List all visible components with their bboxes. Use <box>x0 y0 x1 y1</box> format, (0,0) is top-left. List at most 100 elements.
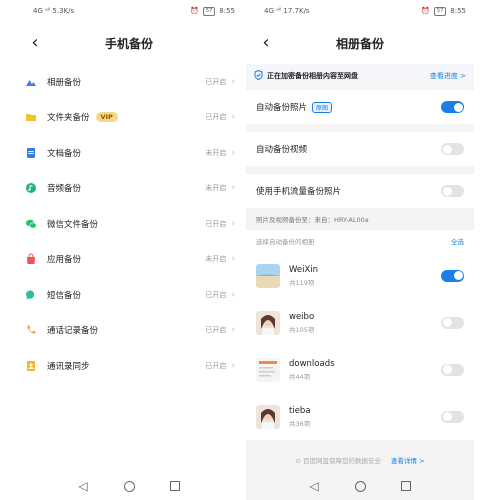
network-status: 4G ᵃˡˡ 17.7K/s <box>264 7 310 15</box>
auto-backup-video-toggle[interactable] <box>441 143 464 155</box>
chevron-right-icon: › <box>231 147 235 158</box>
album-name: WeiXin <box>289 264 319 275</box>
shield-check-icon <box>254 69 263 82</box>
chevron-right-icon: › <box>231 325 235 336</box>
auto-backup-photos-label: 自动备份照片 <box>256 103 308 113</box>
backup-option-label: 文件夹备份 <box>47 113 90 124</box>
wechat-icon <box>25 218 37 230</box>
backup-option-label: 短信备份 <box>47 290 82 301</box>
auto-backup-photos-row: 自动备份照片 原图 <box>246 90 474 124</box>
backup-option-label: 应用备份 <box>47 255 82 266</box>
backup-options-list: 相册备份 已开启 › 文件夹备份 VIP 已开启 › 文档备份 未开启 › 音频备… <box>15 64 243 384</box>
albums-header-label: 选择自动备份的相册 <box>256 238 315 246</box>
album-row: WeiXin 共119项 <box>246 252 474 299</box>
vip-badge: VIP <box>95 112 118 123</box>
backup-option-row[interactable]: 音频备份 未开启 › <box>15 171 243 207</box>
chevron-right-icon: › <box>231 183 235 194</box>
system-nav-bar: ◁ <box>15 472 243 500</box>
backup-option-label: 通讯录同步 <box>47 361 90 372</box>
backup-progress-banner: 正在加密备份相册内容至网盘 查看进度 > <box>246 64 474 88</box>
backup-status: 已开启 <box>205 113 227 122</box>
system-nav-bar: ◁ <box>246 472 474 500</box>
chevron-right-icon: › <box>231 76 235 87</box>
backup-option-row[interactable]: 通话记录备份 已开启 › <box>15 313 243 349</box>
album-backup-toggle[interactable] <box>441 363 464 376</box>
backup-status: 已开启 <box>205 326 227 335</box>
nav-back-icon[interactable]: ◁ <box>307 479 321 493</box>
album-backup-toggle[interactable] <box>441 410 464 423</box>
select-all-button[interactable]: 全选 <box>451 236 464 246</box>
footer-text: ⊙ 百度网盘保障您的数据安全 <box>295 457 381 465</box>
nav-recent-icon[interactable] <box>399 479 413 493</box>
backup-option-row[interactable]: 相册备份 已开启 › <box>15 64 243 100</box>
album-row: downloads 共44项 <box>246 346 474 393</box>
auto-backup-video-row: 自动备份视频 <box>246 132 474 166</box>
chevron-left-icon[interactable]: ‹ <box>25 32 45 54</box>
album-backup-toggle[interactable] <box>441 269 464 282</box>
chevron-right-icon: › <box>231 289 235 300</box>
chevron-right-icon: › <box>231 360 235 371</box>
album-count: 共44项 <box>289 372 311 381</box>
backup-option-row[interactable]: 短信备份 已开启 › <box>15 277 243 313</box>
alarm-icon: ⏰ <box>190 7 199 15</box>
chat-bubble-icon <box>25 289 37 301</box>
backup-status: 已开启 <box>205 290 227 299</box>
music-note-icon <box>25 182 37 194</box>
backup-option-row[interactable]: 应用备份 未开启 › <box>15 242 243 278</box>
album-backup-screen: 4G ᵃˡˡ 17.7K/s ⏰ 57 8:55 ‹ 相册备份 正在加密备份相册… <box>246 0 474 500</box>
nav-back-icon[interactable]: ◁ <box>76 479 90 493</box>
battery-level: 57 <box>433 6 447 16</box>
phone-backup-screen: 4G ᵃˡˡ 5.3K/s ⏰ 57 8:55 ‹ 手机备份 相册备份 已开启 … <box>15 0 243 500</box>
backup-option-label: 微信文件备份 <box>47 219 99 230</box>
album-row: tieba 共36项 <box>246 393 474 440</box>
album-name: tieba <box>289 405 311 416</box>
backup-source-line: 照片及视频备份至：来自：HRY-AL00a <box>246 208 474 230</box>
mobile-data-backup-label: 使用手机流量备份照片 <box>256 187 342 197</box>
mobile-data-backup-toggle[interactable] <box>441 185 464 197</box>
chevron-right-icon: › <box>231 112 235 123</box>
status-bar: 4G ᵃˡˡ 5.3K/s ⏰ 57 8:55 <box>15 0 243 22</box>
original-quality-tag: 原图 <box>312 101 333 113</box>
alarm-icon: ⏰ <box>421 7 430 15</box>
backup-status: 已开启 <box>205 361 227 370</box>
backup-option-row[interactable]: 文件夹备份 VIP 已开启 › <box>15 100 243 136</box>
mobile-data-backup-row: 使用手机流量备份照片 <box>246 174 474 208</box>
title-bar: ‹ 手机备份 <box>15 22 243 64</box>
backup-option-label: 通话记录备份 <box>47 326 99 337</box>
chevron-left-icon[interactable]: ‹ <box>256 32 276 54</box>
page-title: 相册备份 <box>335 36 384 51</box>
nav-home-icon[interactable] <box>122 479 136 493</box>
clock: 8:55 <box>450 7 466 15</box>
backup-option-label: 音频备份 <box>47 184 82 195</box>
document-icon <box>25 147 37 159</box>
auto-backup-photos-toggle[interactable] <box>441 101 464 113</box>
album-thumbnail <box>256 263 280 288</box>
album-backup-toggle[interactable] <box>441 316 464 329</box>
app-bag-icon <box>25 253 37 265</box>
view-details-link[interactable]: 查看详情 > <box>391 455 425 465</box>
album-thumbnail <box>256 357 280 382</box>
backup-option-row[interactable]: 通讯录同步 已开启 › <box>15 348 243 384</box>
backup-status: 已开启 <box>205 77 227 86</box>
title-bar: ‹ 相册备份 <box>246 22 474 64</box>
album-thumbnail <box>256 404 280 429</box>
phone-icon <box>25 324 37 336</box>
nav-home-icon[interactable] <box>353 479 367 493</box>
backup-option-row[interactable]: 微信文件备份 已开启 › <box>15 206 243 242</box>
battery-level: 57 <box>202 6 216 16</box>
backup-option-label: 相册备份 <box>47 77 82 88</box>
view-progress-link[interactable]: 查看进度 > <box>430 71 466 81</box>
album-count: 共105项 <box>289 325 315 334</box>
album-list: WeiXin 共119项 weibo 共105项 downloads 共44项 … <box>246 252 474 440</box>
album-name: downloads <box>289 358 335 369</box>
clock: 8:55 <box>219 7 235 15</box>
auto-backup-video-label: 自动备份视频 <box>256 145 308 155</box>
album-row: weibo 共105项 <box>246 299 474 346</box>
banner-message: 正在加密备份相册内容至网盘 <box>267 72 358 80</box>
album-name: weibo <box>289 311 315 322</box>
backup-status: 已开启 <box>205 219 227 228</box>
backup-option-row[interactable]: 文档备份 未开启 › <box>15 135 243 171</box>
backup-status: 未开启 <box>205 255 227 264</box>
nav-recent-icon[interactable] <box>168 479 182 493</box>
page-title: 手机备份 <box>104 36 153 51</box>
